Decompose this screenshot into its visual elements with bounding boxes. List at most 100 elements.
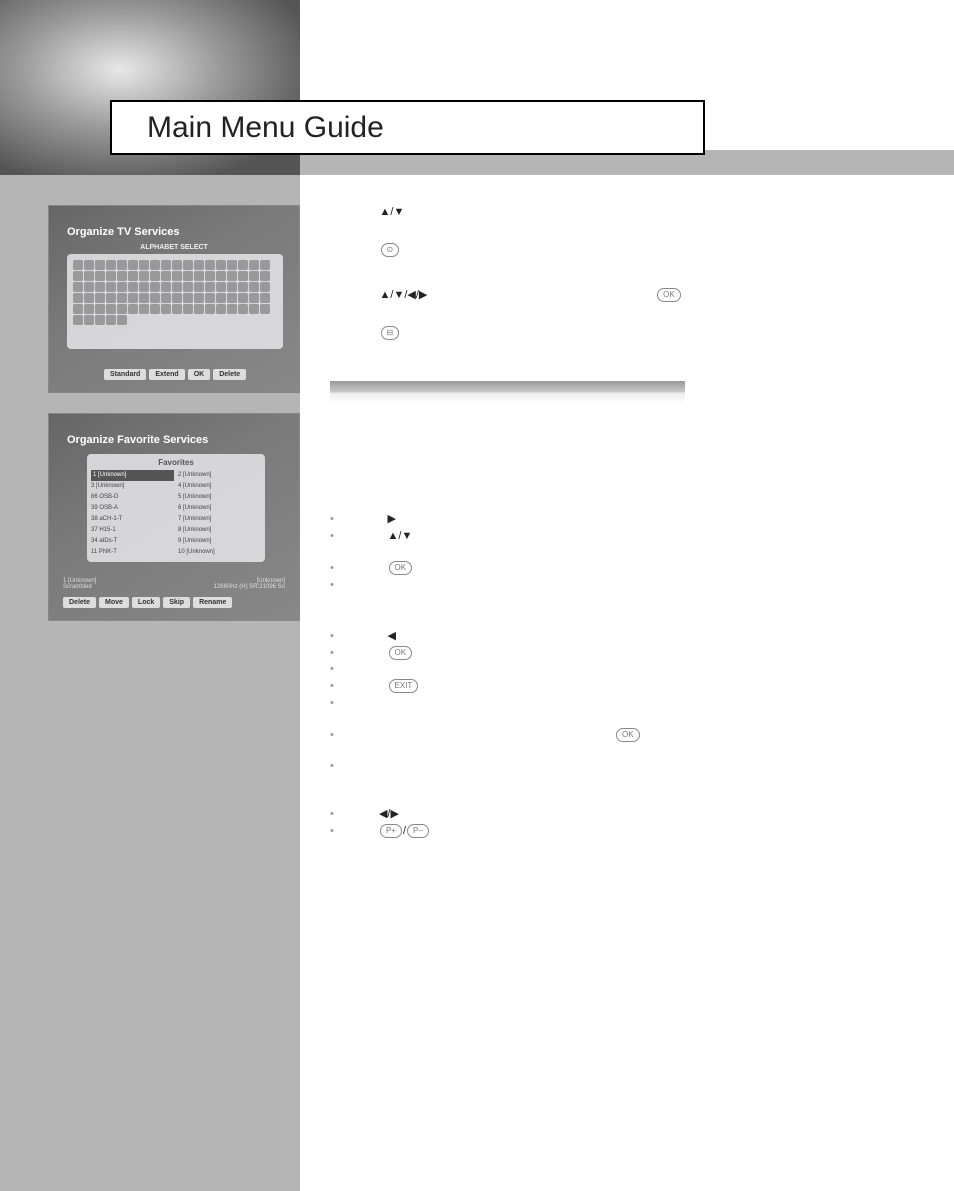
bullet-item: Press the ◀ button(left). (330, 629, 710, 644)
text: Press the (330, 327, 380, 339)
page-header: Main Menu Guide (0, 0, 954, 175)
bullet-item: Press the OK button to add a service to … (330, 561, 710, 576)
btn-delete: Delete (213, 369, 246, 380)
btn-delete2: Delete (63, 597, 96, 608)
arrow-up-down-icon: ▲/▼ (380, 206, 405, 218)
arrow-left-icon: ◀ (388, 630, 396, 642)
section-divider-bar (330, 381, 685, 404)
bullet-item: Press the same buttons to add more servi… (330, 578, 710, 593)
btn-standard: Standard (104, 369, 146, 380)
list-item: 6 [Unknown] (178, 503, 261, 514)
list-item: 9 [Unknown] (178, 536, 261, 547)
favorites-left-col: 1 [Unknown] 3 [Unknown] 86 OSB-D 39 OSB-… (91, 470, 174, 558)
screenshot1-title: Organize TV Services (67, 226, 180, 238)
bullet-item: Use the P+/P− buttons to Select the List… (330, 824, 710, 839)
btn-rename: Rename (193, 597, 232, 608)
text: Press the (338, 630, 388, 642)
page-down-button-icon: P− (407, 824, 429, 838)
text: Press the (338, 513, 388, 525)
text: The Font Map is changed to Font Map2. (330, 266, 710, 281)
list-item: 8 [Unknown] (178, 525, 261, 536)
list-item: 37 H15-1 (91, 525, 174, 536)
arrow-up-down-icon: ▲/▼ (388, 530, 413, 542)
text: button(left). (396, 630, 455, 642)
ok-button-icon: OK (657, 288, 681, 302)
page-up-button-icon: P+ (380, 824, 402, 838)
yellow-button-icon: ⊟ (381, 326, 400, 340)
right-column: Press the ▲/▼ button to select a word, t… (300, 175, 954, 1191)
btn-extend: Extend (149, 369, 184, 380)
arrow-right-icon: ▶ (388, 513, 396, 525)
list-item: 3 [Unknown] (91, 481, 174, 492)
green-button-icon: ⊙ (381, 243, 400, 257)
text: Press the (330, 206, 380, 218)
text: Press the (338, 680, 388, 692)
content-intro: This submenu allows adding and deleting … (330, 432, 710, 477)
content-block-1: Press the ▲/▼ button to select a word, t… (330, 205, 710, 341)
bullet-item: Press the ▶ button(right) to move to Rig… (330, 512, 710, 527)
btn-move: Move (99, 597, 129, 608)
bullet-item: Press the ▲/▼ buttons to move to a servi… (330, 529, 710, 559)
bullet-item: Press the EXIT button to save the change… (330, 679, 710, 694)
text: button adds a service to Favorite Group. (413, 647, 612, 659)
arrow-left-right-icon: ◀/▶ (379, 808, 399, 820)
list-item: 11 PNK-T (91, 547, 174, 558)
text: Use the (338, 825, 379, 837)
screenshot2-buttons: Delete Move Lock Skip Rename (63, 597, 232, 608)
text: button to move to a word you want, and p… (427, 289, 656, 301)
text: Press the (330, 244, 380, 256)
section-heading: 1.2 Organize Favorite Services (330, 414, 710, 426)
bullet-item: The function of the color button is the … (330, 696, 710, 726)
text: button. (330, 304, 364, 316)
list-item: 10 [Unknown] (178, 547, 261, 558)
title-box: Main Menu Guide (110, 100, 705, 155)
screenshot1-panel-header: ALPHABET SELECT (49, 244, 299, 251)
list-item: 5 [Unknown] (178, 492, 261, 503)
favorites-header: Favorites (91, 458, 261, 467)
group-go-back: To go back to the Left(Favorites) List. … (330, 611, 710, 789)
text: When you delete a service in the Favorit… (338, 729, 615, 741)
ok-button-icon: OK (389, 646, 413, 660)
favorites-right-col: 2 [Unknown] 4 [Unknown] 5 [Unknown] 6 [U… (178, 470, 261, 558)
arrow-all-icon: ▲/▼/◀/▶ (380, 289, 428, 301)
text: button to add a service to the Favorite … (413, 562, 637, 574)
alphabet-grid (73, 260, 277, 325)
bullet-item: Press the OK button adds a service to Fa… (330, 646, 710, 661)
btn-skip: Skip (163, 597, 190, 608)
ok-button-icon: OK (389, 561, 413, 575)
list-item: 1 [Unknown] (91, 470, 174, 481)
screenshot1-buttons: Standard Extend OK Delete (104, 369, 246, 380)
ok-button-icon: OK (616, 728, 640, 742)
footer-text: 12660Hz (H) SR:21096 So (214, 584, 285, 590)
exit-button-icon: EXIT (389, 679, 419, 693)
screenshot2-footer: 1 [Unknown] Scrambled [Unknown] 12660Hz … (63, 578, 285, 590)
btn-lock: Lock (132, 597, 160, 608)
bullet-item: When you delete a service in the Favorit… (330, 728, 710, 758)
slash: / (403, 825, 406, 837)
footer-text: Scrambled (63, 584, 96, 590)
alphabet-panel (67, 254, 283, 349)
text: Press the (338, 562, 388, 574)
page-title: Main Menu Guide (147, 111, 384, 145)
list-item: 86 OSB-D (91, 492, 174, 503)
text: buttons to Select Favorite or All servic… (399, 808, 621, 820)
group-heading: To add a service to the Favorite Group; (330, 494, 710, 506)
text: Press the (338, 647, 388, 659)
btn-ok: OK (188, 369, 211, 380)
text: button to select Font Map. (400, 244, 530, 256)
text: buttons to Select the List by page. (430, 825, 599, 837)
bullet-item: Use the ◀/▶ buttons to Select Favorite o… (330, 807, 710, 822)
list-item: 2 [Unknown] (178, 470, 261, 481)
text: button(right) to move to Right(All servi… (396, 513, 628, 525)
list-item: 7 [Unknown] (178, 514, 261, 525)
screenshot2-title: Organize Favorite Services (67, 434, 208, 446)
screenshot-organize-favorite: Organize Favorite Services Favorites 1 [… (48, 413, 300, 621)
left-column: Organize TV Services ALPHABET SELECT Sta… (0, 175, 300, 1191)
text: Use the (338, 808, 379, 820)
group-switch: Use the ◀/▶ buttons to Select Favorite o… (330, 807, 710, 839)
text: Press the (338, 530, 388, 542)
text: This submenu allows adding and deleting … (330, 432, 710, 477)
list-item: 38 aCH-1-T (91, 514, 174, 525)
list-item: 4 [Unknown] (178, 481, 261, 492)
text: Press the (330, 289, 380, 301)
